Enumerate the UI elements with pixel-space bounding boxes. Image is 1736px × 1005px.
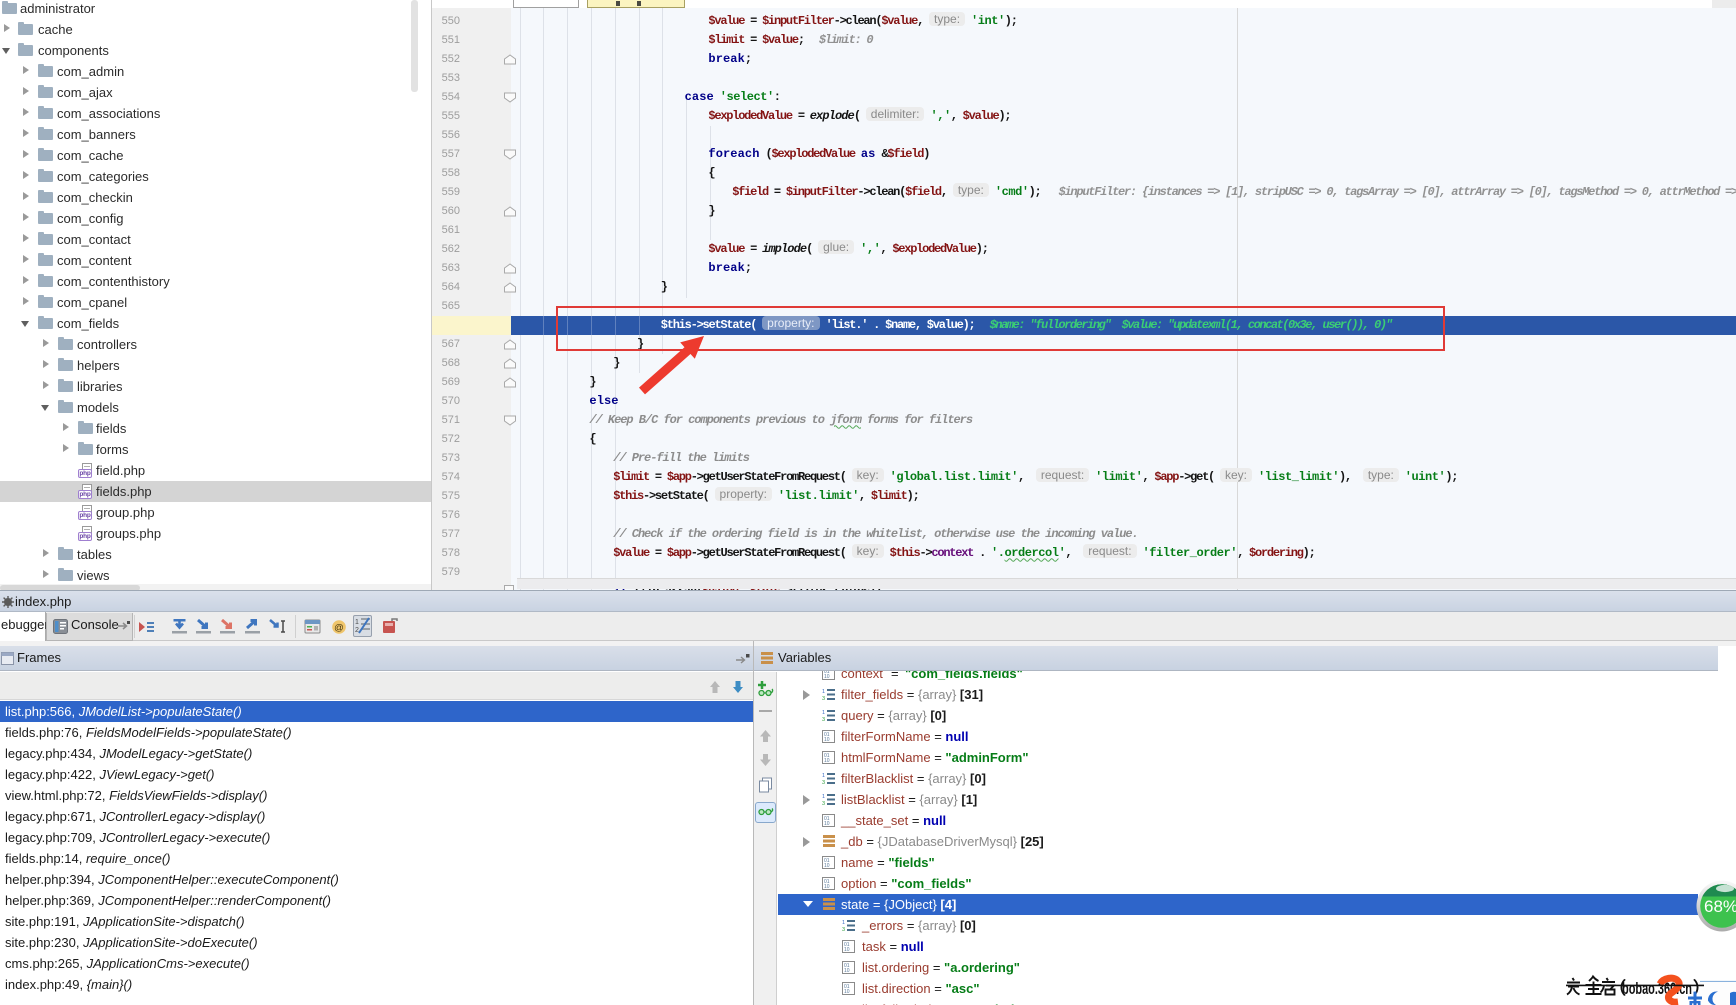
svg-text:1: 1: [842, 920, 845, 926]
svg-text:10: 10: [824, 821, 830, 827]
svg-text:10: 10: [824, 863, 830, 869]
svg-text:3: 3: [842, 927, 845, 932]
svg-text:10: 10: [824, 674, 830, 680]
svg-text:10: 10: [844, 989, 850, 995]
svg-text:68%: 68%: [1704, 897, 1736, 916]
svg-text:1: 1: [822, 773, 825, 779]
svg-text:3: 3: [822, 801, 825, 806]
svg-text:@: @: [334, 623, 344, 634]
svg-text:2: 2: [355, 627, 359, 634]
svg-text:10: 10: [824, 884, 830, 890]
svg-text:1: 1: [355, 619, 359, 626]
svg-text:3: 3: [822, 780, 825, 785]
svg-text:10: 10: [844, 947, 850, 953]
svg-text:1: 1: [822, 689, 825, 695]
svg-text:10: 10: [824, 737, 830, 743]
svg-text:1: 1: [822, 710, 825, 716]
svg-text:1: 1: [822, 794, 825, 800]
svg-text:3: 3: [822, 696, 825, 701]
svg-text:3: 3: [822, 717, 825, 722]
svg-text:10: 10: [824, 758, 830, 764]
svg-text:10: 10: [844, 968, 850, 974]
